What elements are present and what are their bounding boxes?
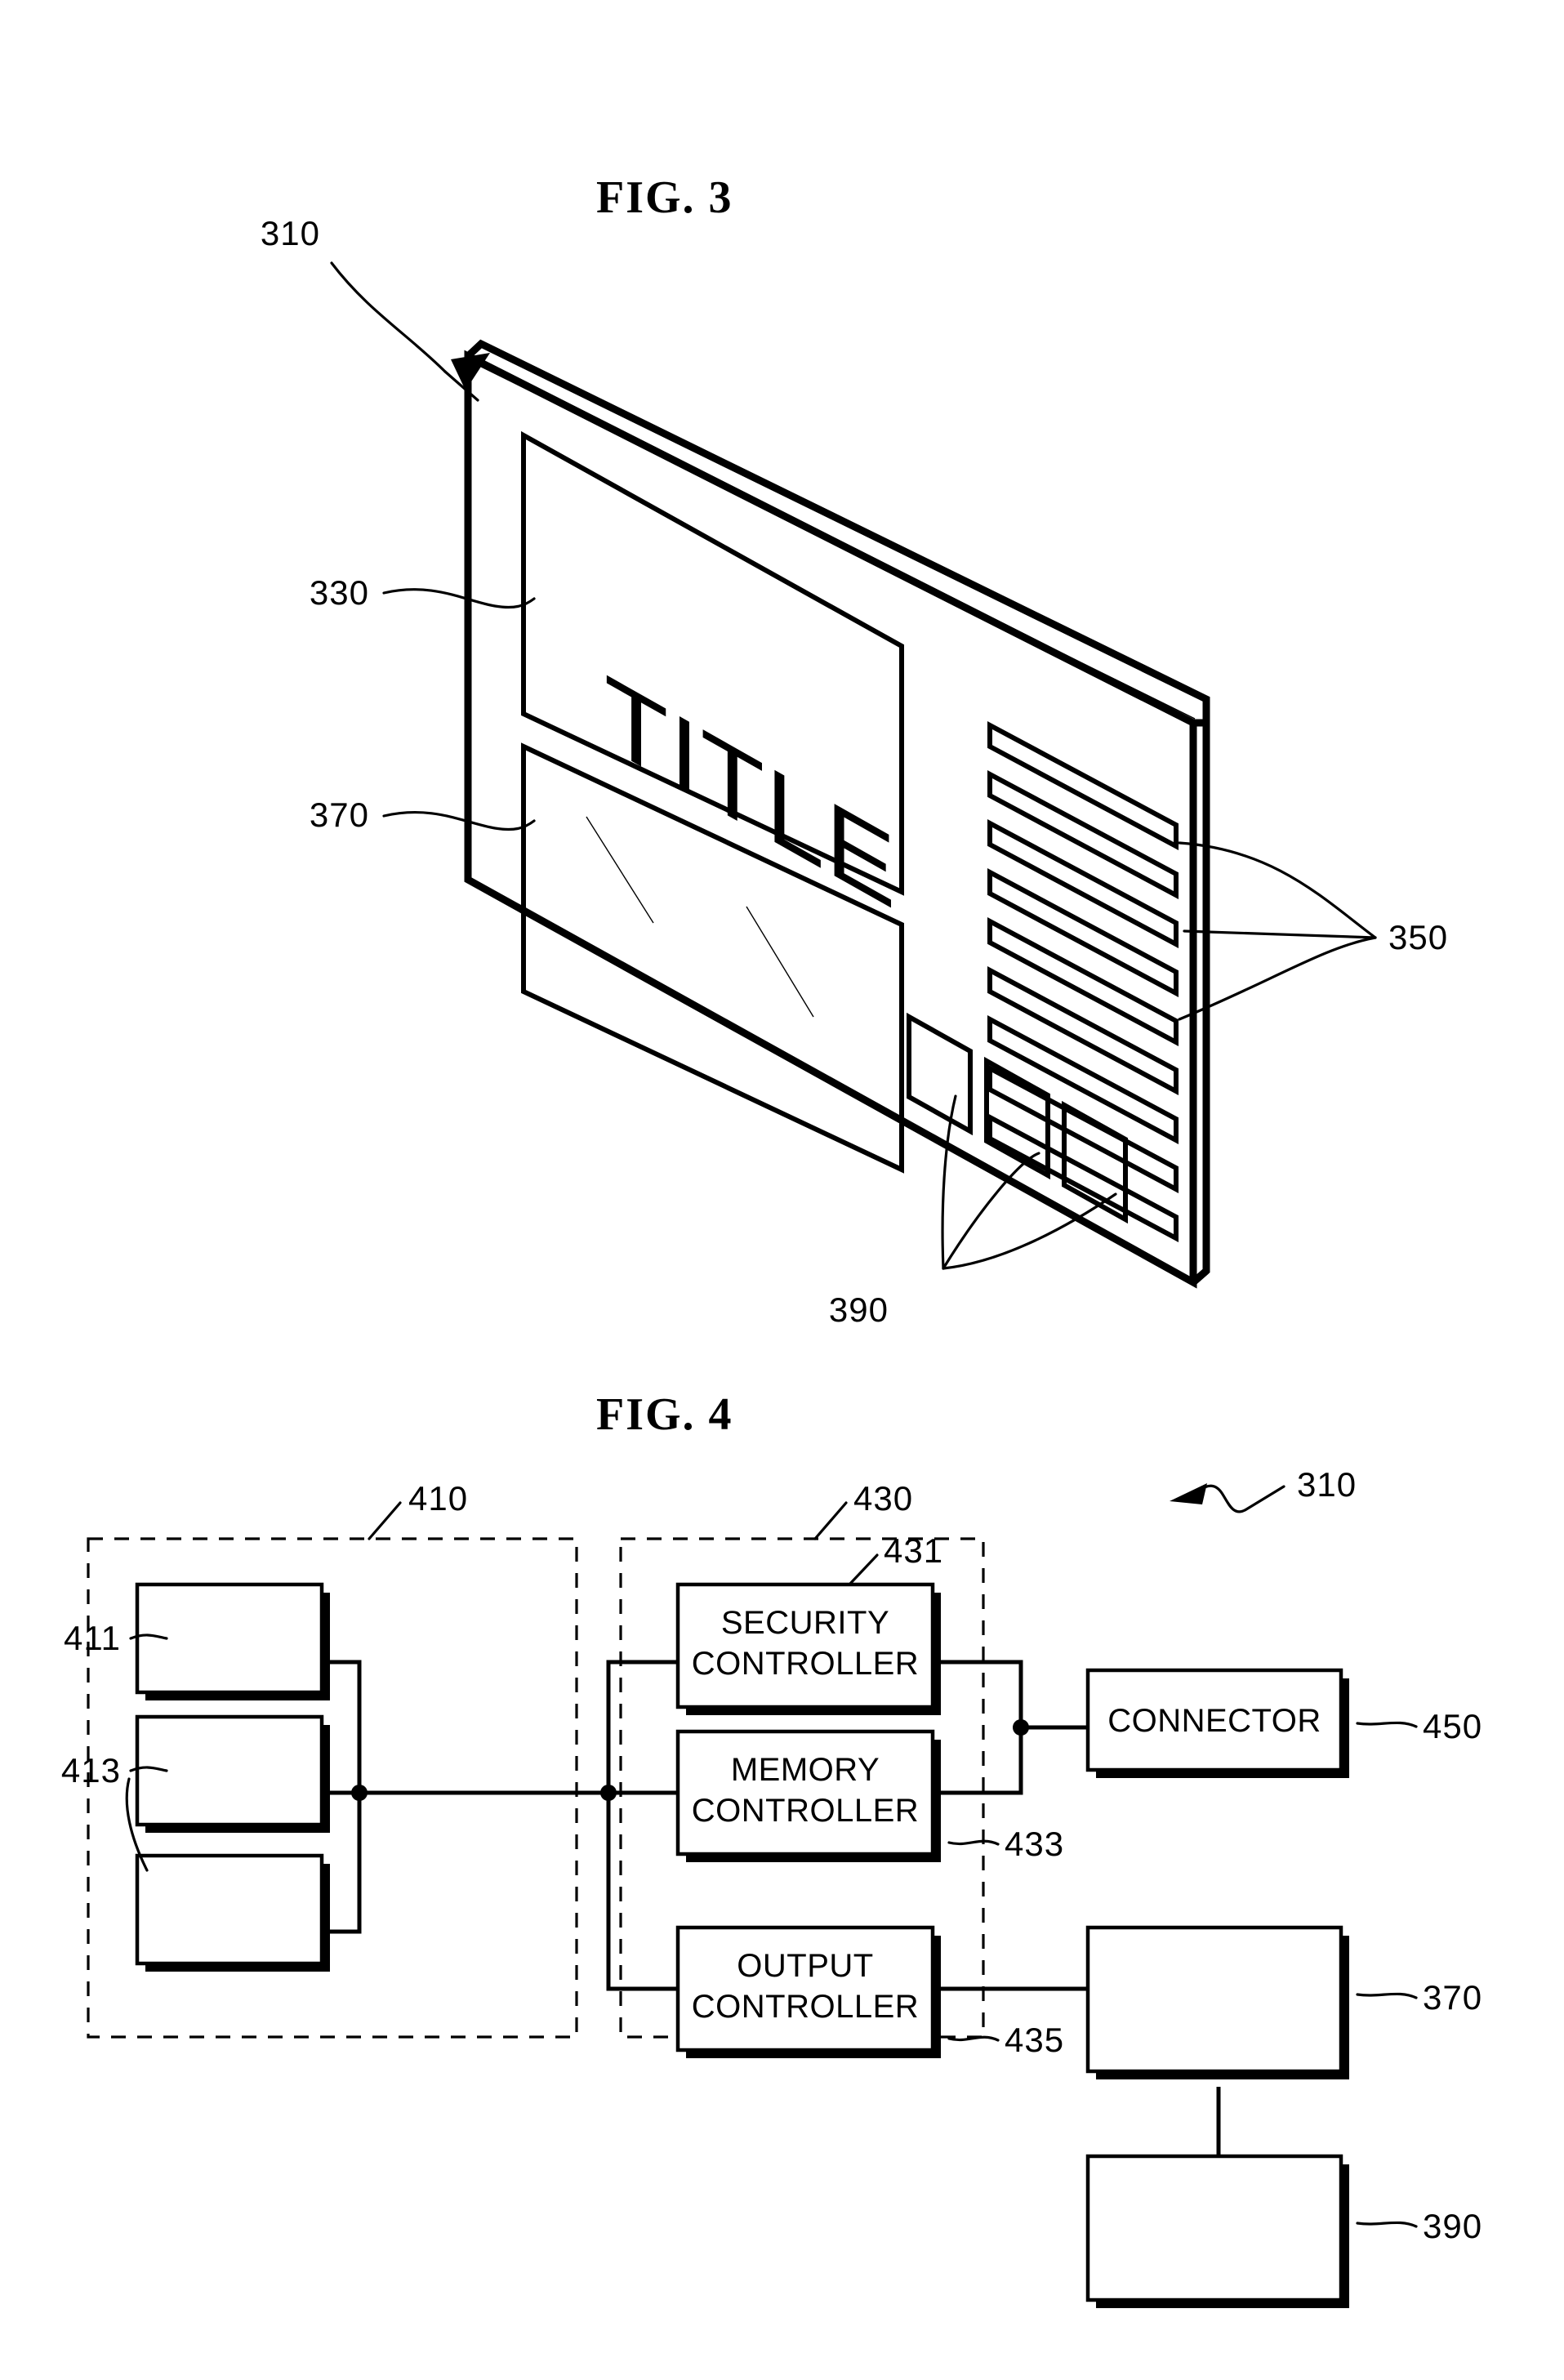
reference-410-label: 410: [408, 1479, 468, 1518]
callout-370-fig4: 370: [1356, 1978, 1482, 2017]
callout-350-fig3: 350: [1178, 841, 1448, 1021]
block-413-upper: [135, 1714, 330, 1833]
output-controller-block: OUTPUT CONTROLLER: [675, 1925, 941, 2058]
reference-411-label: 411: [64, 1619, 121, 1657]
arrowhead-310-fig4: [1170, 1483, 1207, 1504]
callout-410: 410: [368, 1479, 468, 1540]
callout-370-fig3: 370: [310, 796, 536, 834]
block-411: [135, 1582, 330, 1700]
callout-310-fig3: 310: [261, 214, 490, 402]
callout-433: 433: [947, 1825, 1064, 1863]
reference-390-fig4-label: 390: [1423, 2207, 1482, 2245]
callout-330-fig3: 330: [310, 573, 536, 612]
button-block-390: [1085, 2154, 1349, 2308]
security-controller-line1: SECURITY: [721, 1605, 889, 1641]
junction-dot-1: [351, 1785, 368, 1801]
memory-controller-block: MEMORY CONTROLLER: [675, 1729, 941, 1862]
reference-310-label: 310: [261, 214, 320, 252]
figure-4-title: FIG. 4: [596, 1389, 733, 1440]
reference-330-label: 330: [310, 573, 369, 612]
connector-block: CONNECTOR: [1085, 1668, 1349, 1778]
reference-310-fig4-label: 310: [1297, 1465, 1357, 1504]
junction-dot-2: [600, 1785, 617, 1801]
callout-390-fig4: 390: [1356, 2207, 1482, 2245]
figure-3-title: FIG. 3: [596, 172, 733, 223]
reference-370-fig4-label: 370: [1423, 1978, 1482, 2017]
reference-390-label: 390: [829, 1290, 889, 1329]
reference-450-label: 450: [1423, 1707, 1482, 1745]
display-block-370: [1085, 1925, 1349, 2079]
block-413-lower: [135, 1853, 330, 1972]
reference-433-label: 433: [1005, 1825, 1064, 1863]
callout-310-fig4: 310: [1170, 1465, 1357, 1513]
security-controller-line2: CONTROLLER: [692, 1646, 919, 1682]
card-title-text: TITLE: [604, 652, 897, 934]
card-button-1: [907, 1012, 973, 1136]
callout-450: 450: [1356, 1707, 1482, 1745]
callout-435: 435: [947, 2021, 1064, 2059]
connector-label: CONNECTOR: [1107, 1703, 1321, 1739]
junction-dot-3: [1013, 1719, 1029, 1736]
figure-3: FIG. 3 310 TITLE 330 370 350 390: [261, 172, 1448, 1329]
memory-controller-line1: MEMORY: [731, 1752, 880, 1788]
reference-435-label: 435: [1005, 2021, 1064, 2059]
reference-413-label: 413: [61, 1751, 121, 1789]
reference-370-label: 370: [310, 796, 369, 834]
patent-drawing-sheet: FIG. 3 310 TITLE 330 370 350 390 FIG. 4 …: [61, 172, 1482, 2308]
callout-430: 430: [813, 1479, 913, 1540]
output-controller-line2: CONTROLLER: [692, 1989, 919, 2025]
title-display-region-330: TITLE: [521, 430, 904, 934]
memory-controller-line2: CONTROLLER: [692, 1793, 919, 1829]
output-controller-line1: OUTPUT: [737, 1948, 873, 1984]
security-controller-block: SECURITY CONTROLLER: [675, 1582, 941, 1715]
figure-4: FIG. 4 310 410 430 411 413 SECURITY CONT…: [61, 1389, 1482, 2308]
reference-430-label: 430: [853, 1479, 913, 1518]
reference-431-label: 431: [884, 1531, 943, 1570]
reference-350-label: 350: [1388, 918, 1448, 956]
